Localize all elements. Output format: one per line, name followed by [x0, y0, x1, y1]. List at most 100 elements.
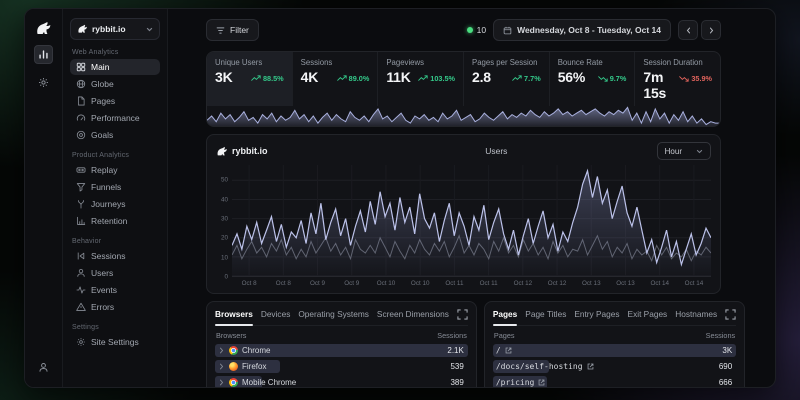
stat-label: Pages per Session — [472, 58, 541, 67]
app-window: rybbit.io Web Analytics Main Globe Pages… — [24, 8, 776, 388]
x-axis-tick-label: Oct 14 — [643, 280, 677, 287]
tab-pages[interactable]: Pages — [493, 309, 517, 320]
stat-session-duration[interactable]: Session Duration 7m 15s 35.9% — [635, 52, 720, 106]
stat-value: 4K — [301, 69, 319, 85]
x-axis-tick-label: Oct 10 — [403, 280, 437, 287]
trend-up-icon — [337, 75, 347, 82]
sidebar-item-journeys[interactable]: Journeys — [70, 196, 160, 212]
browsers-column-headers: Browsers Sessions — [216, 331, 467, 340]
file-icon — [76, 96, 86, 106]
interval-select[interactable]: Hour — [657, 142, 711, 160]
sidebar-item-label: Replay — [91, 165, 117, 175]
date-range-button[interactable]: Wednesday, Oct 8 - Tuesday, Oct 14 — [493, 19, 671, 41]
chevron-right-icon[interactable] — [218, 379, 225, 386]
user-icon — [38, 362, 49, 373]
browser-row-firefox[interactable]: Firefox 539 — [215, 360, 468, 373]
stat-change: 103.5% — [418, 74, 455, 83]
rybbit-logo-icon — [77, 24, 88, 34]
sidebar-item-performance[interactable]: Performance — [70, 110, 160, 126]
tab-entry-pages[interactable]: Entry Pages — [574, 309, 619, 320]
sidebar-item-label: Funnels — [91, 182, 121, 192]
chart-plot-area[interactable] — [232, 165, 711, 277]
expand-icon[interactable] — [457, 309, 468, 320]
chrome-icon — [229, 346, 238, 355]
chevron-down-icon — [696, 148, 703, 155]
x-axis-tick-label: Oct 12 — [540, 280, 574, 287]
browser-row-mobile-chrome[interactable]: Mobile Chrome 389 — [215, 376, 468, 388]
sidebar-item-pages[interactable]: Pages — [70, 93, 160, 109]
tab-page-titles[interactable]: Page Titles — [525, 309, 566, 320]
expand-icon[interactable] — [725, 309, 736, 320]
tab-exit-pages[interactable]: Exit Pages — [628, 309, 668, 320]
interval-value: Hour — [665, 147, 682, 156]
sidebar-item-globe[interactable]: Globe — [70, 76, 160, 92]
chevron-right-icon[interactable] — [218, 363, 225, 370]
page-row-root[interactable]: / 3K — [493, 344, 736, 357]
chart-body: 01020304050 — [216, 165, 711, 277]
sidebar-item-sessions[interactable]: Sessions — [70, 248, 160, 264]
date-nav — [678, 20, 721, 40]
rybbit-logo-icon[interactable] — [35, 21, 52, 36]
page-row-pricing[interactable]: /pricing 666 — [493, 376, 736, 388]
tab-devices[interactable]: Devices — [261, 309, 291, 320]
sidebar-item-main[interactable]: Main — [70, 59, 160, 75]
grid-icon — [76, 62, 86, 72]
tab-operating-systems[interactable]: Operating Systems — [298, 309, 369, 320]
rybbit-logo-icon — [216, 146, 228, 157]
x-axis-tick-label: Oct 11 — [472, 280, 506, 287]
stat-unique-users[interactable]: Unique Users 3K 88.5% — [207, 52, 293, 106]
trend-down-icon — [679, 75, 689, 82]
rail-settings-button[interactable] — [34, 73, 53, 92]
stat-change: 7.7% — [512, 74, 541, 83]
sidebar-item-events[interactable]: Events — [70, 282, 160, 298]
filter-icon — [216, 26, 225, 35]
stat-sessions[interactable]: Sessions 4K 89.0% — [293, 52, 379, 106]
stat-pageviews[interactable]: Pageviews 11K 103.5% — [378, 52, 464, 106]
prev-period-button[interactable] — [678, 20, 698, 40]
sidebar-item-goals[interactable]: Goals — [70, 127, 160, 143]
external-link-icon[interactable] — [587, 363, 594, 370]
browser-row-chrome[interactable]: Chrome 2.1K — [215, 344, 468, 357]
stat-change: 35.9% — [679, 74, 712, 83]
sidebar-item-users[interactable]: Users — [70, 265, 160, 281]
x-axis-tick-label: Oct 8 — [266, 280, 300, 287]
x-axis-tick-label: Oct 13 — [574, 280, 608, 287]
sidebar-item-label: Globe — [91, 79, 114, 89]
row-value: 690 — [719, 362, 732, 371]
tab-browsers[interactable]: Browsers — [215, 309, 253, 320]
tab-hostnames[interactable]: Hostnames — [675, 309, 717, 320]
gear-icon — [76, 337, 86, 347]
x-axis-tick-label: Oct 12 — [506, 280, 540, 287]
sidebar: rybbit.io Web Analytics Main Globe Pages… — [63, 9, 168, 387]
external-link-icon[interactable] — [538, 379, 545, 386]
column-name: Pages — [494, 331, 515, 340]
sidebar-item-retention[interactable]: Retention — [70, 213, 160, 229]
icon-rail — [25, 9, 63, 387]
y-axis-tick-label: 50 — [221, 177, 228, 184]
sidebar-item-site-settings[interactable]: Site Settings — [70, 334, 160, 350]
column-name: Browsers — [216, 331, 246, 340]
chevron-right-icon[interactable] — [218, 347, 225, 354]
stats-card: Unique Users 3K 88.5% Sessions 4K 89.0% … — [206, 51, 721, 127]
sidebar-item-funnels[interactable]: Funnels — [70, 179, 160, 195]
sidebar-item-errors[interactable]: Errors — [70, 299, 160, 315]
external-link-icon[interactable] — [505, 347, 512, 354]
next-period-button[interactable] — [701, 20, 721, 40]
chevron-down-icon — [146, 26, 153, 33]
filter-button[interactable]: Filter — [206, 19, 259, 41]
rail-account-button[interactable] — [34, 358, 53, 377]
chart-site-name: rybbit.io — [232, 146, 268, 156]
chevron-left-icon — [685, 27, 692, 34]
y-axis-tick-label: 20 — [221, 235, 228, 242]
target-icon — [76, 130, 86, 140]
sidebar-item-replay[interactable]: Replay — [70, 162, 160, 178]
page-row-docs-self-hosting[interactable]: /docs/self-hosting 690 — [493, 360, 736, 373]
row-value: 3K — [722, 346, 732, 355]
chart-header: rybbit.io Users Hour — [216, 142, 711, 160]
stat-value: 11K — [386, 69, 410, 85]
stat-pages-per-session[interactable]: Pages per Session 2.8 7.7% — [464, 52, 550, 106]
rail-analytics-button[interactable] — [34, 45, 53, 64]
stat-bounce-rate[interactable]: Bounce Rate 56% 9.7% — [550, 52, 636, 106]
site-selector[interactable]: rybbit.io — [70, 18, 160, 40]
tab-screen-dimensions[interactable]: Screen Dimensions — [377, 309, 449, 320]
